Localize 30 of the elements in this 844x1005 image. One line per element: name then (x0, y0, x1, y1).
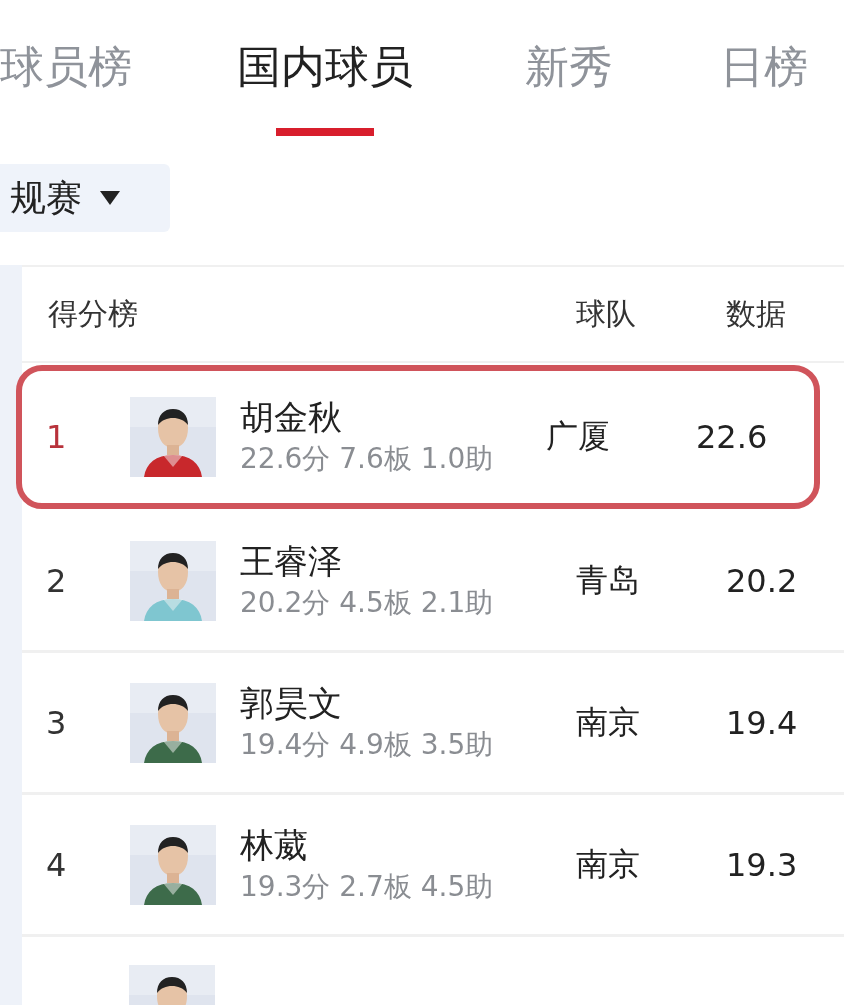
player-row[interactable]: 4 林葳 19.3分 2.7板 4.5助 南京 19.3 (22, 795, 844, 937)
team-name: 南京 (576, 843, 641, 885)
caret-icon (100, 191, 120, 205)
team-name: 青岛 (576, 559, 641, 601)
column-header: 数据 (726, 294, 787, 333)
player-stats: 22.6分 7.6板 1.0助 (240, 441, 495, 477)
tab[interactable]: 国内球员 (237, 0, 413, 136)
player-name: 郭昊文 (240, 681, 343, 725)
stat-value: 19.3 (726, 845, 799, 884)
player-row[interactable]: 2 王睿泽 20.2分 4.5板 2.1助 青岛 20.2 (22, 511, 844, 653)
stat-value: 20.2 (726, 561, 799, 600)
player-stats: 20.2分 4.5板 2.1助 (240, 584, 495, 621)
rank: 1 (46, 418, 68, 456)
column-header: 球队 (576, 294, 637, 333)
rank: 4 (46, 845, 68, 884)
stat-value: 22.6 (696, 418, 769, 456)
player-stats: 19.4分 4.9板 3.5助 (240, 726, 495, 763)
player-stats: 19.3分 2.7板 4.5助 (240, 868, 495, 905)
stat-value: 19.4 (726, 703, 799, 742)
player-name: 胡金秋 (240, 396, 343, 439)
team-name: 广厦 (546, 416, 611, 457)
rank: 3 (46, 703, 68, 742)
highlighted-row[interactable]: 1 胡金秋 22.6分 7.6板 1.0助 广厦 22.6 (16, 365, 820, 509)
column-header: 得分榜 (48, 294, 139, 333)
season-dropdown[interactable]: 规赛 (0, 164, 170, 232)
player-row[interactable]: 3 郭昊文 19.4分 4.9板 3.5助 南京 19.4 (22, 653, 844, 795)
player-name: 王睿泽 (240, 539, 343, 583)
team-name: 南京 (576, 701, 641, 743)
player-name: 林葳 (240, 823, 309, 867)
rank: 2 (46, 561, 68, 600)
